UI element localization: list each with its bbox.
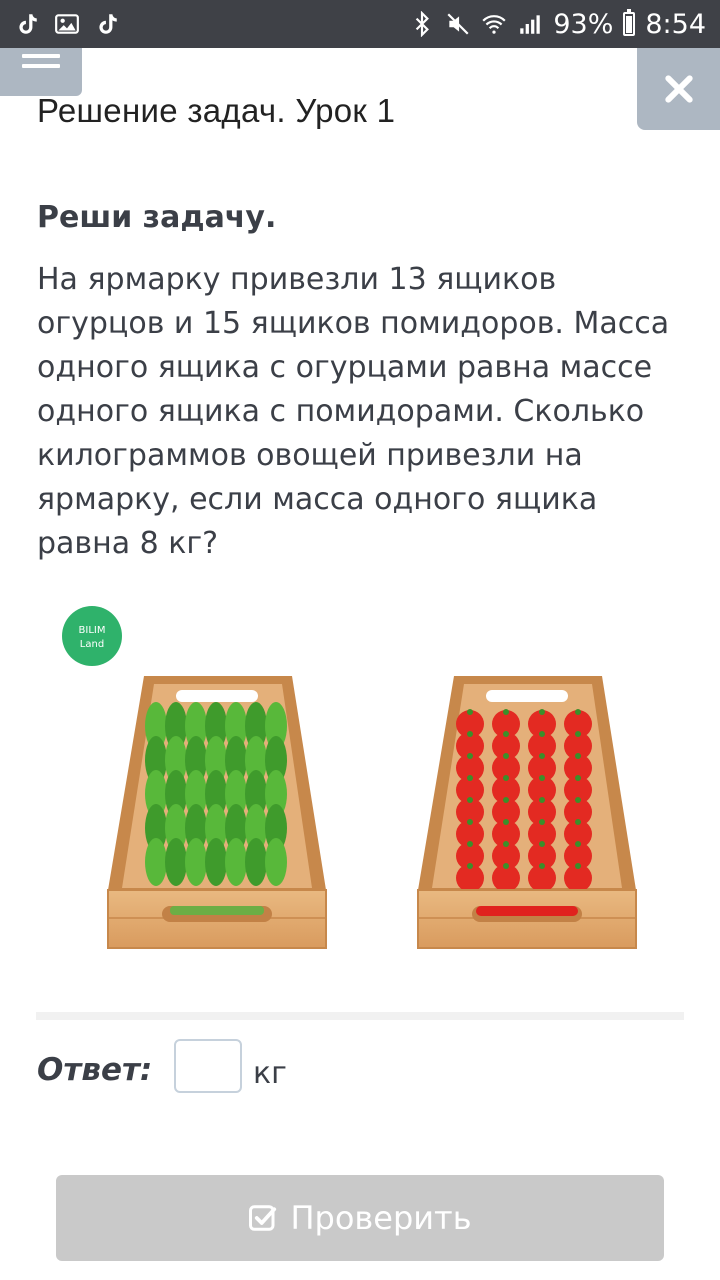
- page-title: Решение задач. Урок 1: [37, 92, 396, 129]
- tomato-stem: [467, 731, 473, 737]
- tomato-stem: [467, 709, 473, 715]
- tomato-stem: [539, 709, 545, 715]
- close-icon: [664, 75, 693, 103]
- cucumber-rows: [145, 702, 287, 886]
- cucumber: [205, 838, 227, 886]
- divider: [36, 1012, 684, 1020]
- tomato-stem: [575, 753, 581, 759]
- tomato-stem: [503, 863, 509, 869]
- tomato-stem: [503, 797, 509, 803]
- battery-percent: 93%: [553, 8, 614, 40]
- unit-label: кг: [253, 1056, 287, 1091]
- battery-icon: [623, 9, 636, 36]
- tomato-stem: [467, 841, 473, 847]
- hamburger-menu-icon: [22, 54, 60, 74]
- wifi-icon: [481, 11, 507, 37]
- tomato-stem: [575, 709, 581, 715]
- tomato-stem: [575, 863, 581, 869]
- tomato-stem: [503, 775, 509, 781]
- tomato-stem: [467, 863, 473, 869]
- tomato-stem: [503, 841, 509, 847]
- tomato-stem: [467, 797, 473, 803]
- tomato-stem: [467, 775, 473, 781]
- tomato-stem: [575, 797, 581, 803]
- tomato-stem: [539, 841, 545, 847]
- tomato-stem: [503, 731, 509, 737]
- status-left-icons: [0, 11, 120, 37]
- cucumber-crate: [107, 676, 327, 949]
- task-text: На ярмарку привезли 13 ящиков огурцов и …: [37, 262, 670, 561]
- answer-input[interactable]: [174, 1039, 242, 1093]
- tiktok-icon: [94, 11, 120, 37]
- check-button[interactable]: Проверить: [56, 1175, 664, 1261]
- tomato-stem: [539, 731, 545, 737]
- tomato-stem: [467, 819, 473, 825]
- gallery-icon: [54, 11, 80, 37]
- answer-label: Ответ:: [37, 1052, 153, 1088]
- cucumber: [185, 838, 207, 886]
- check-button-label: Проверить: [290, 1199, 472, 1237]
- bilimland-logo: BILIM Land: [62, 606, 122, 666]
- tomato-stem: [503, 753, 509, 759]
- cucumber: [225, 838, 247, 886]
- tomato-stem: [575, 819, 581, 825]
- tomato-stem: [575, 841, 581, 847]
- close-button[interactable]: [637, 48, 720, 130]
- tomato-crate: [417, 676, 637, 949]
- tomato-stem: [503, 709, 509, 715]
- tomato-stem: [539, 819, 545, 825]
- menu-button[interactable]: [0, 48, 82, 96]
- tomato-stem: [575, 731, 581, 737]
- mute-icon: [445, 11, 471, 37]
- logo-text-2: Land: [80, 639, 104, 650]
- cucumber: [265, 838, 287, 886]
- cucumber: [145, 838, 167, 886]
- tomato-stem: [539, 775, 545, 781]
- cucumber: [245, 838, 267, 886]
- tomato-stem: [575, 775, 581, 781]
- tomato-stem: [503, 819, 509, 825]
- illustration: BILIM Land: [62, 606, 637, 949]
- tomato-stem: [539, 753, 545, 759]
- status-bar: 93% 8:54: [0, 0, 720, 48]
- checkbox-check-icon: [249, 1205, 277, 1231]
- status-right-icons: 93% 8:54: [409, 9, 720, 40]
- tomato-stem: [539, 863, 545, 869]
- logo-text-1: BILIM: [79, 625, 106, 636]
- signal-icon: [517, 11, 543, 37]
- battery-level-fill: [626, 16, 633, 33]
- tomato-stem: [539, 797, 545, 803]
- tomato-stem: [467, 753, 473, 759]
- status-time: 8:54: [645, 8, 706, 40]
- task-heading: Реши задачу.: [37, 200, 277, 235]
- cucumber: [165, 838, 187, 886]
- tiktok-icon: [14, 11, 40, 37]
- bluetooth-icon: [409, 11, 435, 37]
